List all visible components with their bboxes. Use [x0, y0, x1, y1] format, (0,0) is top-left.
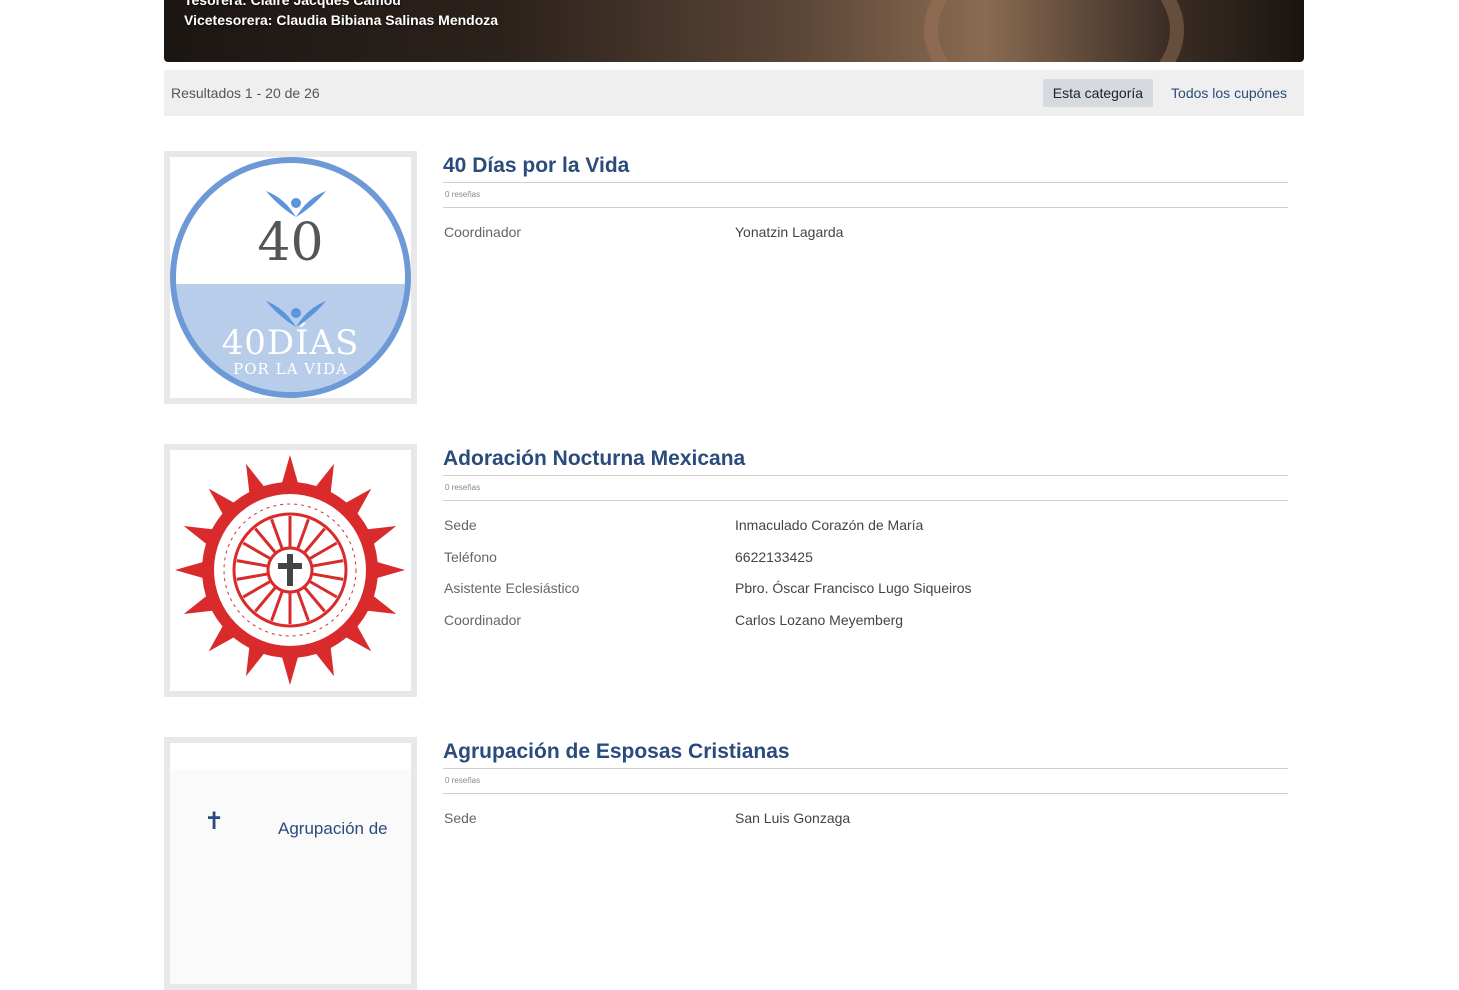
field-label: Teléfono [444, 548, 497, 565]
listing-fields: Coordinador Yonatzin Lagarda [443, 216, 1288, 248]
esposas-cristianas-logo: ✝ Agrupación de [170, 769, 411, 984]
cross-icon: ✝ [204, 808, 225, 835]
logo-text: Agrupación de [278, 819, 388, 838]
reviews-count[interactable]: 0 reseñas [443, 476, 1288, 501]
field-row: Sede San Luis Gonzaga [443, 802, 1288, 834]
reviews-count[interactable]: 0 reseñas [443, 769, 1288, 794]
field-value: Pbro. Óscar Francisco Lugo Siqueiros [735, 580, 972, 597]
listing-thumbnail[interactable]: 40 40DÍAS POR LA VIDA [164, 151, 417, 404]
listing-title[interactable]: Agrupación de Esposas Cristianas [443, 737, 1288, 769]
field-value: San Luis Gonzaga [735, 809, 851, 826]
field-label: Coordinador [444, 611, 522, 628]
field-value: 6622133425 [735, 548, 813, 565]
results-bar: Resultados 1 - 20 de 26 Esta categoría T… [164, 70, 1304, 116]
listing-title[interactable]: Adoración Nocturna Mexicana [443, 444, 1288, 476]
results-count: Resultados 1 - 20 de 26 [171, 85, 320, 101]
adoration-seal-logo [175, 455, 405, 685]
hero-banner: Tesorera: Claire Jacques Camou Vicetesor… [164, 0, 1304, 62]
listing-thumbnail[interactable] [164, 444, 417, 697]
field-value: Inmaculado Corazón de María [735, 516, 924, 533]
field-row: Teléfono 6622133425 [443, 541, 1288, 573]
listing-title[interactable]: 40 Días por la Vida [443, 151, 1288, 183]
listing-fields: Sede San Luis Gonzaga [443, 802, 1288, 834]
banner-treasurer-text: Tesorera: Claire Jacques Camou [184, 0, 401, 8]
filter-all-coupons-button[interactable]: Todos los cupónes [1161, 79, 1297, 107]
field-label: Sede [444, 809, 477, 826]
field-row: Coordinador Yonatzin Lagarda [443, 216, 1288, 248]
logo-number: 40 [257, 213, 324, 273]
listing-fields: Sede Inmaculado Corazón de María Teléfon… [443, 509, 1288, 636]
reviews-count[interactable]: 0 reseñas [443, 183, 1288, 208]
forty-days-logo: 40 40DÍAS POR LA VIDA [170, 157, 411, 398]
listing-thumbnail[interactable]: ✝ Agrupación de [164, 737, 417, 990]
field-value: Yonatzin Lagarda [735, 223, 844, 240]
field-value: Carlos Lozano Meyemberg [735, 611, 904, 628]
logo-name: 40DÍAS [221, 323, 360, 363]
field-row: Coordinador Carlos Lozano Meyemberg [443, 604, 1288, 636]
logo-subtitle: POR LA VIDA [233, 360, 348, 378]
field-label: Asistente Eclesiástico [444, 580, 580, 597]
banner-background-arch [924, 0, 1184, 62]
category-filters: Esta categoría Todos los cupónes [1035, 79, 1297, 107]
field-row: Sede Inmaculado Corazón de María [443, 509, 1288, 541]
field-row: Asistente Eclesiástico Pbro. Óscar Franc… [443, 572, 1288, 604]
filter-this-category-button[interactable]: Esta categoría [1042, 79, 1154, 107]
banner-vicetreasurer-text: Vicetesorera: Claudia Bibiana Salinas Me… [184, 12, 499, 28]
field-label: Sede [444, 516, 477, 533]
field-label: Coordinador [444, 223, 522, 240]
